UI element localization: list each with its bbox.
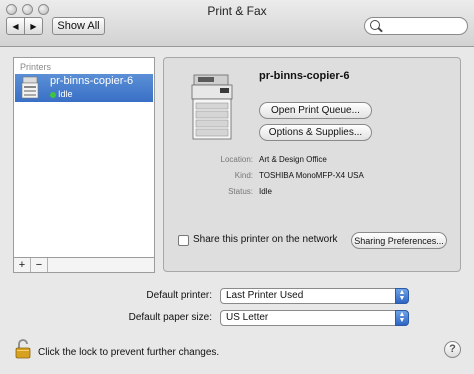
back-arrow-icon: ◀: [12, 21, 19, 31]
printer-item-status-text: Idle: [58, 89, 73, 99]
lock-icon[interactable]: [15, 339, 31, 359]
help-button[interactable]: ?: [444, 341, 461, 358]
status-label: Status:: [228, 187, 253, 196]
kind-label: Kind:: [234, 171, 253, 180]
window-title: Print & Fax: [207, 4, 267, 18]
search-icon: [370, 20, 380, 30]
kind-value: TOSHIBA MonoMFP-X4 USA: [259, 171, 364, 180]
remove-printer-button[interactable]: −: [31, 258, 48, 272]
printer-list-item[interactable]: pr-binns-copier-6 Idle: [15, 74, 153, 102]
copier-icon: [191, 74, 233, 140]
popup-arrows-icon: ▲ ▼: [395, 288, 409, 304]
default-printer-value: Last Printer Used: [226, 290, 304, 301]
options-supplies-button[interactable]: Options & Supplies...: [259, 124, 372, 141]
back-button[interactable]: ◀: [6, 17, 25, 35]
printer-item-name: pr-binns-copier-6: [50, 75, 134, 87]
default-printer-popup[interactable]: Last Printer Used ▲ ▼: [220, 288, 409, 304]
window-titlebar: Print & Fax ◀ ▶ Show All: [0, 0, 474, 47]
printer-item-status: Idle: [50, 89, 73, 99]
printer-icon: [21, 76, 39, 99]
open-print-queue-button[interactable]: Open Print Queue...: [259, 102, 372, 119]
popup-arrows-icon: ▲ ▼: [395, 310, 409, 326]
printers-list[interactable]: Printers pr-binns-copier-6 Idle: [13, 57, 155, 258]
default-paper-value: US Letter: [226, 312, 269, 323]
add-printer-button[interactable]: +: [14, 258, 31, 272]
forward-button[interactable]: ▶: [24, 17, 43, 35]
default-paper-popup[interactable]: US Letter ▲ ▼: [220, 310, 409, 326]
printers-list-header: Printers: [20, 62, 52, 72]
location-value: Art & Design Office: [259, 155, 327, 164]
sharing-preferences-button[interactable]: Sharing Preferences...: [351, 232, 447, 249]
location-label: Location:: [220, 155, 253, 164]
share-printer-label: Share this printer on the network: [193, 234, 338, 245]
show-all-button[interactable]: Show All: [52, 17, 105, 35]
default-paper-label: Default paper size:: [128, 312, 212, 323]
list-buttons-bar: + −: [13, 258, 155, 273]
search-input[interactable]: [364, 17, 468, 35]
printer-name-heading: pr-binns-copier-6: [259, 70, 350, 82]
status-value: Idle: [259, 187, 272, 196]
status-dot-icon: [50, 91, 56, 98]
default-printer-label: Default printer:: [146, 290, 212, 301]
forward-arrow-icon: ▶: [30, 21, 37, 31]
lock-message: Click the lock to prevent further change…: [38, 347, 220, 358]
share-printer-checkbox[interactable]: [178, 235, 189, 246]
